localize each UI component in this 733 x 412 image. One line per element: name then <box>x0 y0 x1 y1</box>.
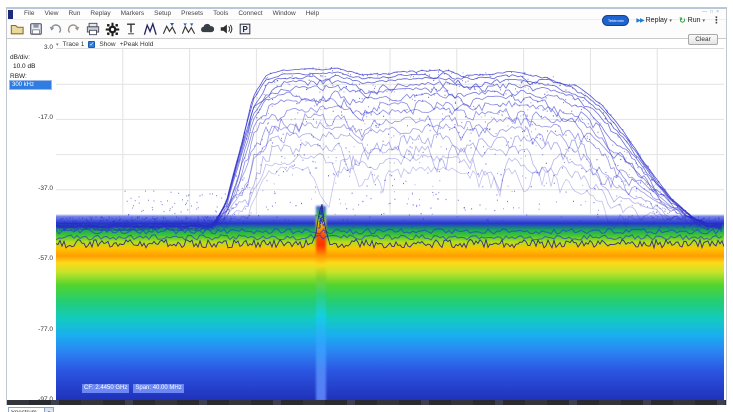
menu-item-markers[interactable]: Markers <box>121 9 144 19</box>
print-icon[interactable] <box>85 21 101 37</box>
chevron-down-icon[interactable]: ▾ <box>669 18 672 24</box>
peak-hold-traces <box>56 49 724 400</box>
signal-analyzer-window: File View Run Replay Markers Setup Presets Tool… <box>7 8 726 404</box>
marker-setup-icon[interactable] <box>180 21 196 37</box>
replay-button[interactable]: ▶▶ Replay ▾ <box>636 17 672 24</box>
collapse-arrow-icon[interactable]: ▾ <box>56 42 59 48</box>
taskbar-strip <box>7 400 726 405</box>
rbw-label: RBW: <box>10 73 27 80</box>
redo-icon[interactable] <box>66 21 82 37</box>
chevron-down-icon[interactable]: ▾ <box>44 408 53 412</box>
menu-item-replay[interactable]: Replay <box>90 9 110 19</box>
peak-search-icon[interactable] <box>161 21 177 37</box>
run-button[interactable]: ↻ Run ▾ <box>679 16 705 25</box>
clear-button[interactable]: Clear <box>688 34 718 45</box>
menu-item-connect[interactable]: Connect <box>238 9 262 19</box>
settings-panel: dB/div: 10.0 dB RBW: 300 kHz Spectrum ▾ <box>7 39 56 400</box>
save-icon[interactable] <box>28 21 44 37</box>
preset-icon[interactable]: P <box>237 21 253 37</box>
spectrum-plot[interactable]: CF: 2.4450 GHz Span: 40.00 MHz <box>56 48 724 400</box>
tektronix-badge: Tektronix <box>602 15 629 26</box>
rbw-input[interactable]: 300 kHz <box>9 80 52 90</box>
svg-text:P: P <box>243 25 248 34</box>
menu-item-help[interactable]: Help <box>306 9 319 19</box>
trigger-icon[interactable] <box>123 21 139 37</box>
menu-item-tools[interactable]: Tools <box>213 9 228 19</box>
menu-item-view[interactable]: View <box>44 9 58 19</box>
show-label: Show <box>99 41 115 48</box>
frequency-readout: CF: 2.4450 GHz Span: 40.00 MHz <box>82 384 184 393</box>
show-checkbox[interactable]: ✓ <box>88 41 95 48</box>
menu-item-file[interactable]: File <box>24 9 34 19</box>
span-readout[interactable]: Span: 40.00 MHz <box>133 384 183 393</box>
more-options-icon[interactable]: ⋮ <box>712 15 721 26</box>
menu-item-window[interactable]: Window <box>273 9 296 19</box>
open-file-icon[interactable] <box>9 21 25 37</box>
menu-item-presets[interactable]: Presets <box>181 9 203 19</box>
detection-label: +Peak Hold <box>120 41 154 48</box>
app-icon <box>8 10 13 19</box>
spectrum-trace-icon[interactable] <box>142 21 158 37</box>
menu-item-setup[interactable]: Setup <box>154 9 171 19</box>
run-label: Run <box>688 17 701 24</box>
audio-demod-icon[interactable] <box>218 21 234 37</box>
view-selector-dropdown[interactable]: Spectrum ▾ <box>8 407 54 412</box>
menu-item-run[interactable]: Run <box>68 9 80 19</box>
settings-gear-icon[interactable] <box>104 21 120 37</box>
db-div-label: dB/div: <box>10 54 30 61</box>
acquisition-controls: Tektronix ▶▶ Replay ▾ ↻ Run ▾ ⋮ <box>602 14 721 27</box>
chevron-down-icon[interactable]: ▾ <box>702 18 705 24</box>
screenshot-root: File View Run Replay Markers Setup Presets Tool… <box>0 0 733 412</box>
trace-selector[interactable]: Trace 1 <box>63 41 85 48</box>
run-icon: ↻ <box>679 16 686 25</box>
center-frequency-readout[interactable]: CF: 2.4450 GHz <box>82 384 129 393</box>
db-div-value[interactable]: 10.0 dB <box>13 63 35 70</box>
replay-label: Replay <box>646 17 668 24</box>
acquire-icon[interactable] <box>199 21 215 37</box>
replay-icon: ▶▶ <box>636 17 643 24</box>
undo-icon[interactable] <box>47 21 63 37</box>
